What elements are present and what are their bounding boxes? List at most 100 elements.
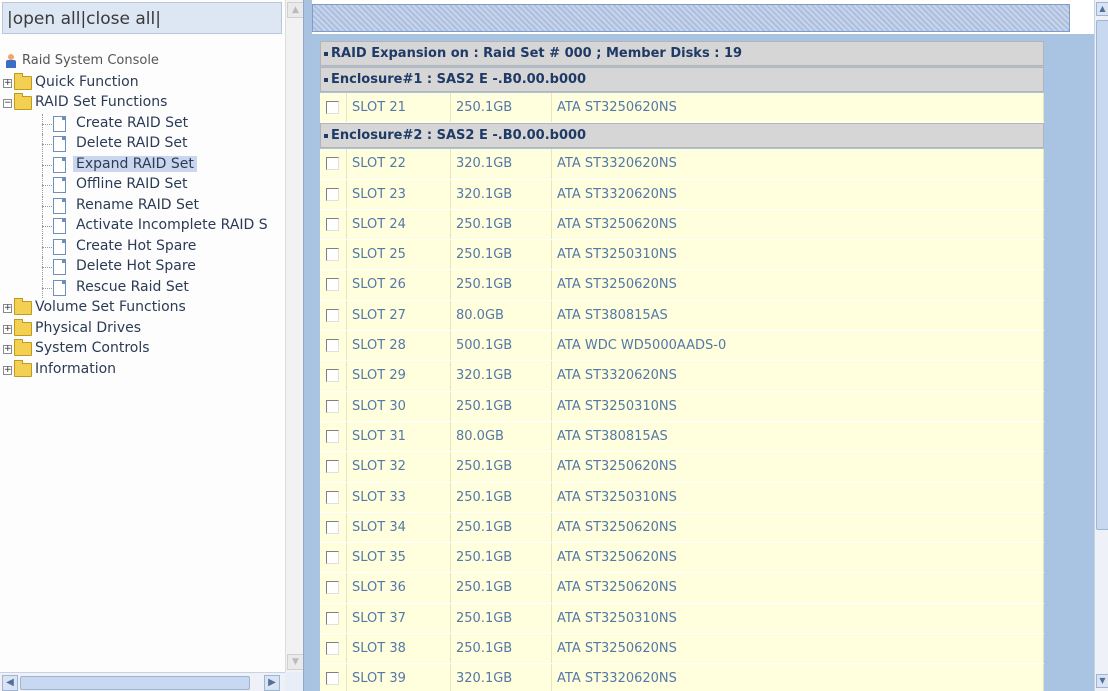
disk-select-checkbox[interactable] (326, 551, 339, 565)
slot-cell: SLOT 30 (347, 391, 451, 421)
tree-page-item[interactable]: Delete RAID Set (0, 134, 290, 155)
select-cell (320, 512, 347, 543)
slot-cell: SLOT 35 (347, 543, 451, 573)
tree-folder-item[interactable]: + System Controls (0, 339, 290, 360)
console-user-icon (6, 54, 16, 68)
expand-icon[interactable]: + (3, 78, 12, 88)
expand-icon[interactable]: + (3, 345, 12, 354)
tree-page-item[interactable]: Expand RAID Set (0, 154, 290, 176)
disk-row: SLOT 31 80.0GB ATA ST380815AS (320, 421, 1044, 453)
tree-folder-item[interactable]: + Volume Set Functions (0, 298, 290, 319)
scroll-up-icon[interactable]: ▲ (287, 2, 303, 18)
slot-cell: SLOT 22 (347, 149, 451, 179)
tree-page-item[interactable]: Delete Hot Spare (0, 257, 290, 278)
tree-item-label[interactable]: Quick Function (35, 74, 139, 90)
tree-item-label[interactable]: RAID Set Functions (35, 94, 167, 110)
close-all-link[interactable]: close all (86, 9, 155, 29)
disk-select-checkbox[interactable] (326, 369, 339, 383)
tree-page-item[interactable]: Rename RAID Set (0, 195, 290, 217)
raid-expansion-panel: RAID Expansion on : Raid Set # 000 ; Mem… (320, 41, 1044, 691)
scroll-up-icon[interactable]: ▲ (1096, 2, 1108, 16)
disk-select-checkbox[interactable] (326, 399, 339, 413)
tree-connector (42, 226, 52, 227)
left-vertical-scrollbar[interactable]: ▲ ▼ (285, 0, 303, 672)
tree-item-label[interactable]: Delete RAID Set (76, 135, 188, 151)
page-icon (53, 238, 66, 255)
tree-connector (42, 287, 52, 289)
tree-connector (42, 246, 52, 248)
expand-icon[interactable]: + (3, 365, 12, 375)
left-horizontal-scrollbar[interactable]: ◀ ▶ (0, 672, 285, 691)
tree-item-label[interactable]: System Controls (35, 340, 150, 356)
disk-select-checkbox[interactable] (326, 278, 339, 292)
folder-icon (14, 339, 32, 356)
disk-select-checkbox[interactable] (326, 339, 339, 353)
tree-connector (42, 123, 52, 125)
tree-page-item[interactable]: Activate Incomplete RAID S (0, 216, 290, 237)
disk-select-checkbox[interactable] (326, 157, 339, 171)
size-cell: 320.1GB (451, 149, 552, 179)
disk-select-checkbox[interactable] (326, 248, 339, 262)
select-cell (320, 209, 347, 240)
disk-select-checkbox[interactable] (326, 187, 339, 201)
tree-item-label[interactable]: Create Hot Spare (76, 238, 196, 254)
tree-item-label[interactable]: Rename RAID Set (76, 197, 199, 213)
tree-item-label[interactable]: Volume Set Functions (35, 299, 186, 315)
tree-item-label[interactable]: Offline RAID Set (76, 176, 187, 192)
expand-icon[interactable]: + (3, 324, 12, 334)
disk-select-checkbox[interactable] (326, 672, 339, 686)
model-cell: ATA ST3320620NS (552, 664, 1044, 691)
tree-item-label[interactable]: Delete Hot Spare (76, 258, 196, 274)
disk-select-checkbox[interactable] (326, 490, 339, 504)
tree-item-label[interactable]: Create RAID Set (76, 115, 188, 131)
scrollbar-thumb[interactable] (20, 676, 250, 690)
right-vertical-scrollbar[interactable]: ▲ ▼ (1094, 0, 1108, 691)
disk-select-checkbox[interactable] (326, 520, 339, 534)
disk-select-checkbox[interactable] (326, 308, 339, 322)
tree-item-label[interactable]: Activate Incomplete RAID S (76, 217, 268, 233)
disk-select-checkbox[interactable] (326, 101, 339, 114)
disk-row: SLOT 23 320.1GB ATA ST3320620NS (320, 179, 1044, 210)
collapse-icon[interactable]: − (3, 99, 12, 108)
size-cell: 250.1GB (451, 543, 552, 573)
slot-cell: SLOT 33 (347, 482, 451, 512)
console-label[interactable]: Raid System Console (22, 53, 159, 68)
disk-select-checkbox[interactable] (326, 611, 339, 625)
select-cell (320, 361, 347, 391)
select-cell (320, 573, 347, 603)
open-all-link[interactable]: open all (13, 9, 81, 29)
tree-item-label[interactable]: Expand RAID Set (73, 155, 197, 172)
scroll-right-icon[interactable]: ▶ (264, 675, 280, 691)
tree-page-item[interactable]: Create Hot Spare (0, 236, 290, 258)
tree-page-item[interactable]: Offline RAID Set (0, 175, 290, 196)
disk-select-checkbox[interactable] (326, 642, 339, 656)
page-icon (53, 218, 66, 234)
size-cell: 250.1GB (451, 573, 552, 603)
scrollbar-thumb[interactable] (1096, 20, 1108, 530)
tree-folder-item[interactable]: + Quick Function (0, 72, 290, 94)
tree-connector (42, 267, 52, 268)
pipe-separator: | (155, 9, 161, 29)
model-cell: ATA ST3250620NS (552, 270, 1044, 300)
tree-item-label[interactable]: Information (35, 361, 116, 377)
expand-icon[interactable]: + (3, 304, 12, 313)
tree-item-label[interactable]: Physical Drives (35, 320, 141, 336)
scroll-down-icon[interactable]: ▼ (1096, 674, 1108, 688)
disk-select-checkbox[interactable] (326, 581, 339, 595)
model-cell: ATA ST3320620NS (552, 361, 1044, 391)
tree-folder-item[interactable]: + Information (0, 359, 290, 381)
slot-cell: SLOT 36 (347, 573, 451, 603)
scroll-left-icon[interactable]: ◀ (2, 675, 18, 691)
select-cell (320, 93, 347, 123)
scroll-down-icon[interactable]: ▼ (287, 654, 303, 670)
tree-page-item[interactable]: Create RAID Set (0, 113, 290, 135)
scrollbar-corner (285, 672, 303, 691)
disk-select-checkbox[interactable] (326, 429, 339, 443)
tree-folder-item[interactable]: − RAID Set Functions (0, 93, 290, 114)
tree-item-label[interactable]: Rescue Raid Set (76, 279, 189, 295)
disk-select-checkbox[interactable] (326, 460, 339, 474)
slot-cell: SLOT 37 (347, 603, 451, 634)
tree-folder-item[interactable]: + Physical Drives (0, 318, 290, 340)
tree-page-item[interactable]: Rescue Raid Set (0, 277, 290, 299)
disk-select-checkbox[interactable] (326, 217, 339, 231)
